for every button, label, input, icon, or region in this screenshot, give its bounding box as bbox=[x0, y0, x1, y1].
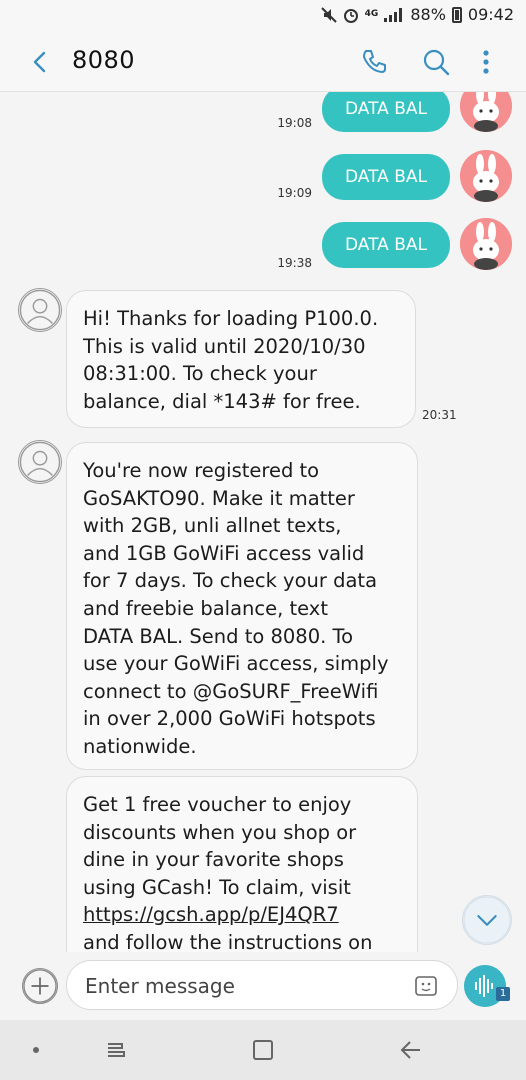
message-text: and follow the instructions on bbox=[83, 930, 373, 952]
message-text: Get 1 free voucher to enjoy discounts wh… bbox=[83, 793, 357, 899]
sent-message: 19:09 DATA BAL bbox=[192, 150, 512, 214]
sent-message: 19:08 DATA BAL bbox=[192, 92, 512, 146]
received-bubble[interactable]: Get 1 free voucher to enjoy discounts wh… bbox=[66, 776, 418, 952]
battery-icon bbox=[451, 6, 462, 23]
sticker-button[interactable] bbox=[413, 972, 441, 1000]
recent-apps-button[interactable] bbox=[100, 1034, 132, 1066]
network-type: 4G bbox=[364, 9, 379, 19]
clock: 09:42 bbox=[467, 5, 514, 24]
received-bubble[interactable]: You're now registered to GoSAKTO90. Make… bbox=[66, 442, 418, 770]
more-options-button[interactable] bbox=[468, 44, 504, 80]
message-composer: 1 bbox=[0, 952, 526, 1020]
alarm-icon bbox=[343, 8, 358, 23]
bunny-avatar-icon[interactable] bbox=[460, 218, 512, 270]
sent-bubble[interactable]: DATA BAL bbox=[322, 92, 450, 132]
received-bubble[interactable]: Hi! Thanks for loading P100.0. This is v… bbox=[66, 290, 416, 428]
message-thread[interactable]: 19:08 DATA BAL 19:09 DATA BAL 19:38 DATA… bbox=[0, 92, 526, 952]
bunny-avatar-icon[interactable] bbox=[460, 92, 512, 132]
message-link[interactable]: https://gcsh.app/p/EJ4QR7 bbox=[83, 903, 339, 926]
message-time: 19:08 bbox=[277, 116, 312, 130]
conversation-header: 8080 bbox=[0, 32, 526, 92]
contact-avatar-icon[interactable] bbox=[18, 440, 62, 484]
sent-bubble[interactable]: DATA BAL bbox=[322, 222, 450, 268]
sent-bubble[interactable]: DATA BAL bbox=[322, 154, 450, 200]
search-button[interactable] bbox=[418, 44, 454, 80]
contact-avatar-icon[interactable] bbox=[18, 288, 62, 332]
navigation-bar bbox=[0, 1020, 526, 1080]
bunny-avatar-icon[interactable] bbox=[460, 150, 512, 202]
call-button[interactable] bbox=[356, 44, 392, 80]
signal-icon bbox=[384, 7, 403, 22]
back-button[interactable] bbox=[24, 46, 56, 78]
message-time: 19:09 bbox=[277, 186, 312, 200]
home-button[interactable] bbox=[247, 1034, 279, 1066]
contact-title: 8080 bbox=[72, 46, 136, 74]
sent-message: 19:38 DATA BAL bbox=[192, 218, 512, 282]
nav-back-button[interactable] bbox=[394, 1034, 426, 1066]
message-time: 20:31 bbox=[422, 408, 457, 422]
message-input-box[interactable] bbox=[66, 960, 458, 1010]
status-icons: 4G 88% 09:42 bbox=[320, 5, 514, 24]
dot-icon bbox=[33, 1047, 39, 1053]
mute-icon bbox=[320, 6, 337, 23]
attach-button[interactable] bbox=[22, 968, 58, 1004]
status-bar: 4G 88% 09:42 bbox=[0, 0, 526, 32]
scroll-to-bottom-button[interactable] bbox=[462, 895, 512, 945]
message-time: 19:38 bbox=[277, 256, 312, 270]
battery-percent: 88% bbox=[410, 5, 446, 24]
sim-badge: 1 bbox=[496, 987, 510, 1001]
message-input[interactable] bbox=[85, 969, 405, 1003]
